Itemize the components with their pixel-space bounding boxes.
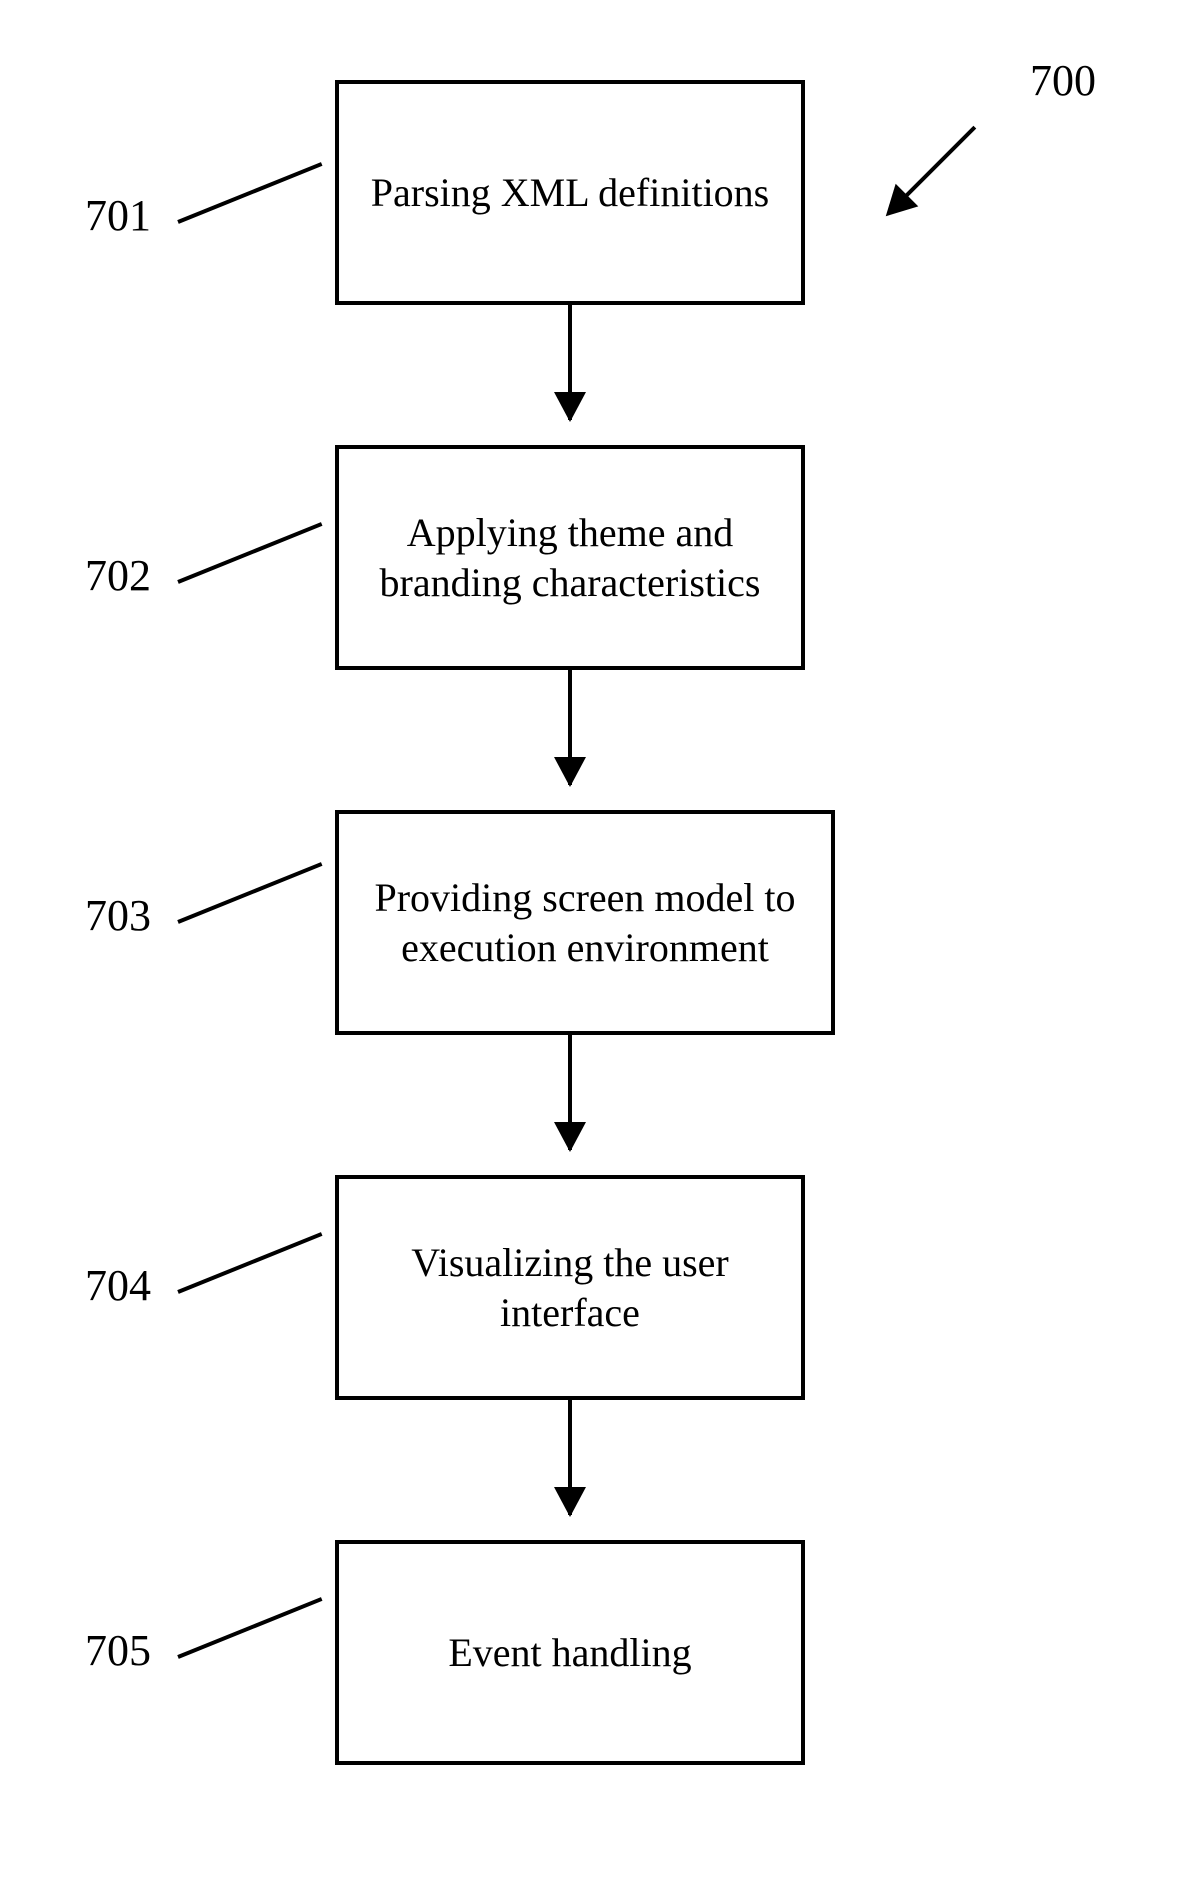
flow-step-text: Providing screen model to execution envi… [359, 873, 811, 973]
step-ref-label: 702 [85, 550, 151, 601]
step-ref-label: 704 [85, 1260, 151, 1311]
step-ref-label: 705 [85, 1625, 151, 1676]
diagram-ref-label: 700 [1030, 55, 1096, 106]
leader-line-icon [177, 1232, 322, 1294]
flow-step-text: Visualizing the user interface [359, 1238, 781, 1338]
down-arrow-icon [568, 1035, 572, 1150]
flow-step-text: Applying theme and branding characterist… [359, 508, 781, 608]
step-ref-label: 701 [85, 190, 151, 241]
flow-step-box: Parsing XML definitions [335, 80, 805, 305]
down-arrow-icon [568, 670, 572, 785]
down-arrow-icon [568, 305, 572, 420]
leader-line-icon [177, 162, 322, 224]
title-arrow-icon [889, 126, 977, 214]
leader-line-icon [177, 1597, 322, 1659]
flow-step-box: Providing screen model to execution envi… [335, 810, 835, 1035]
leader-line-icon [177, 862, 322, 924]
down-arrow-icon [568, 1400, 572, 1515]
leader-line-icon [177, 522, 322, 584]
flow-step-text: Event handling [448, 1628, 691, 1678]
flow-step-text: Parsing XML definitions [371, 168, 770, 218]
flow-step-box: Visualizing the user interface [335, 1175, 805, 1400]
flowchart-canvas: 700 701 Parsing XML definitions 702 Appl… [0, 0, 1199, 1893]
flow-step-box: Event handling [335, 1540, 805, 1765]
step-ref-label: 703 [85, 890, 151, 941]
flow-step-box: Applying theme and branding characterist… [335, 445, 805, 670]
